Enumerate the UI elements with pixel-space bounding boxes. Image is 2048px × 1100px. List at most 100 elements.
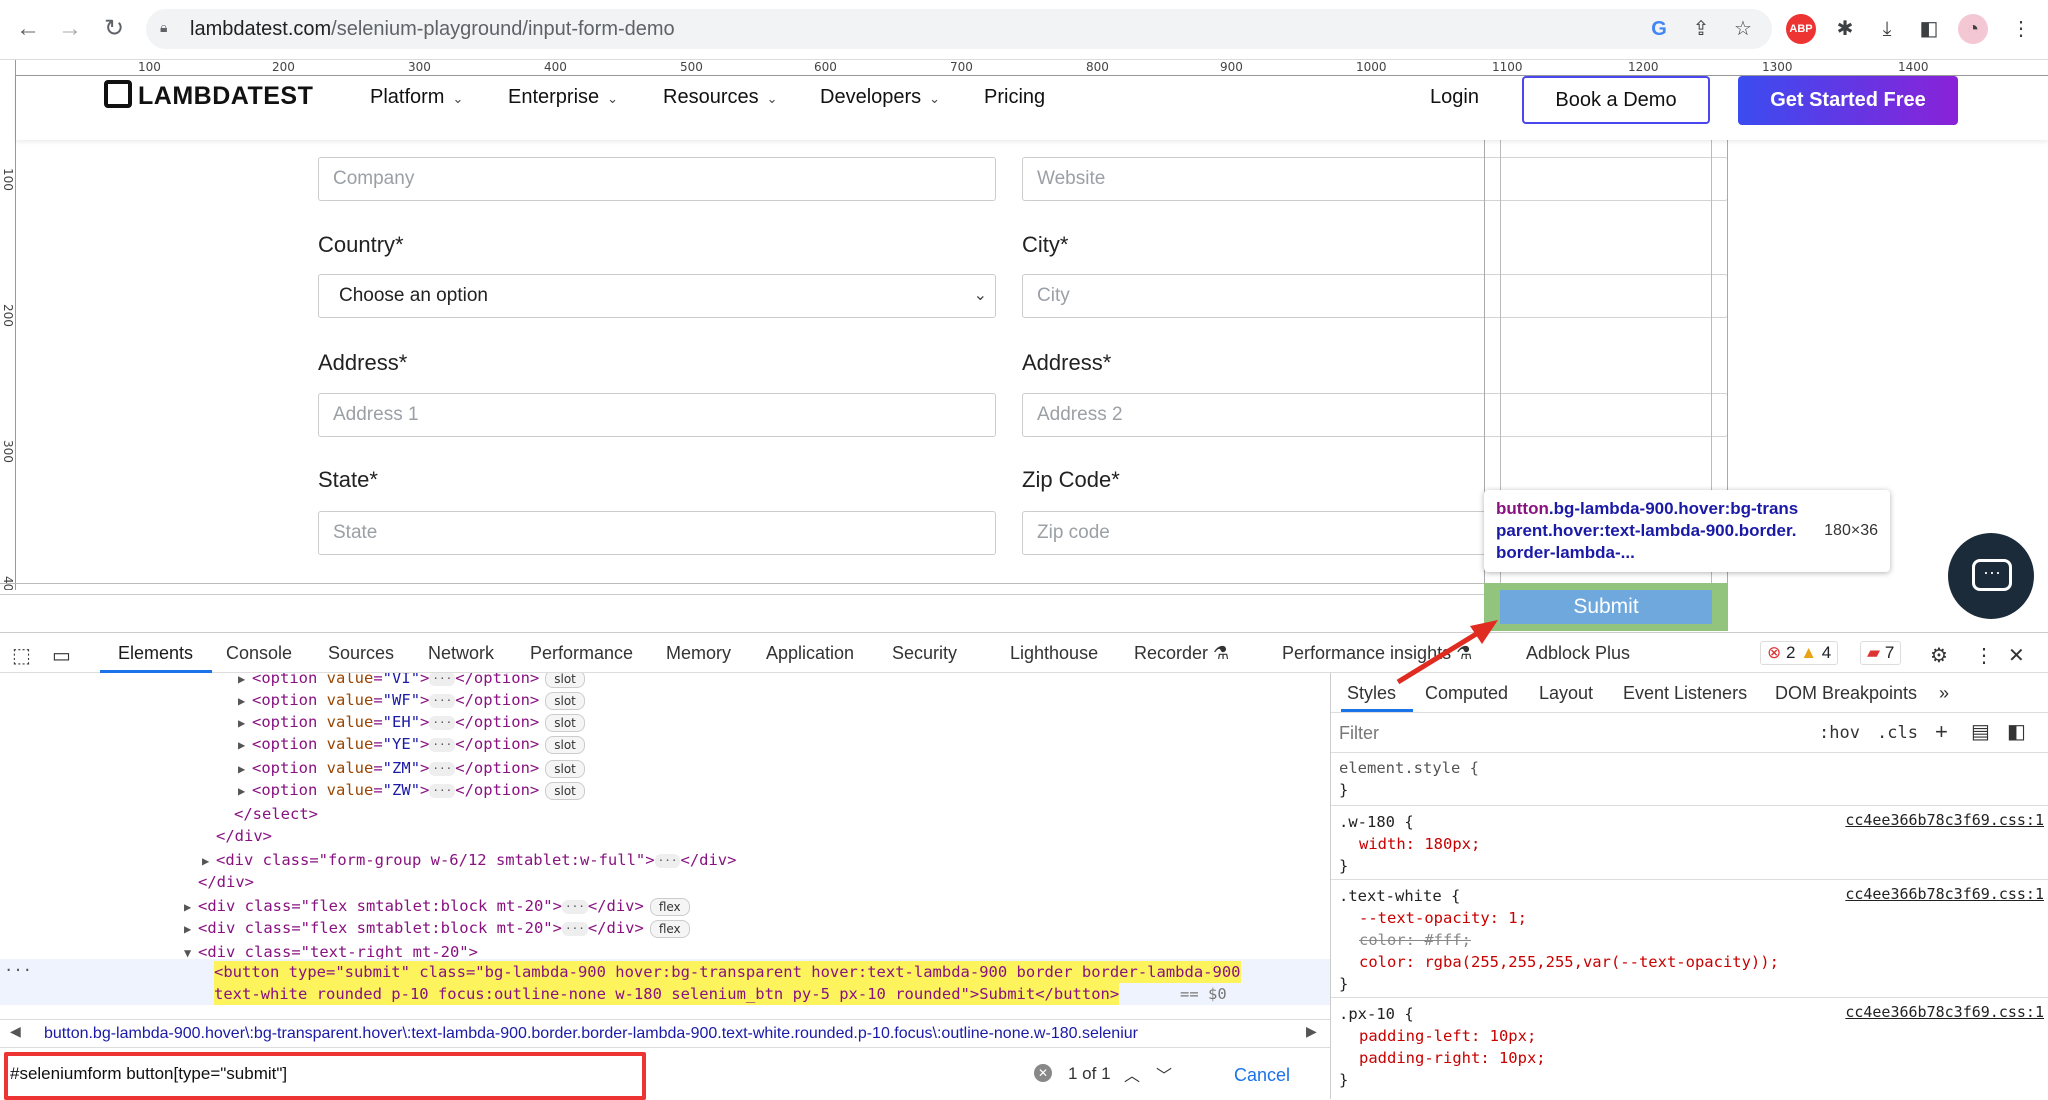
tab-network[interactable]: Network: [428, 643, 494, 664]
tab-lighthouse[interactable]: Lighthouse: [1010, 643, 1098, 664]
device-toolbar-icon[interactable]: ▭: [52, 643, 71, 668]
rule-separator: [1331, 879, 2048, 880]
tab-recorder[interactable]: Recorder ⚗: [1134, 643, 1229, 664]
dom-flex-row[interactable]: ▶ <div class="flex smtablet:block mt-20">…: [184, 917, 690, 940]
tab-styles[interactable]: Styles: [1347, 683, 1396, 704]
puzzle-icon[interactable]: ✱: [1830, 14, 1860, 44]
lambdatest-logo[interactable]: LAMBDATEST: [104, 80, 313, 111]
download-icon[interactable]: ⤓: [1872, 14, 1902, 44]
address-bar[interactable]: 🔒︎ lambdatest.com/selenium-playground/in…: [146, 9, 1772, 49]
dom-option-line[interactable]: ▶ <option value="WF"> ··· </option> slot: [238, 689, 585, 712]
tab-memory[interactable]: Memory: [666, 643, 731, 664]
flex-badge[interactable]: flex: [649, 897, 690, 916]
ruler-tick: 900: [1220, 60, 1243, 74]
more-dots-icon[interactable]: ···: [4, 959, 32, 981]
gear-icon[interactable]: ⚙: [1930, 643, 1948, 668]
dom-div-close[interactable]: </div>: [216, 825, 272, 847]
dom-div-close[interactable]: </div>: [198, 871, 254, 893]
rule-padding-right[interactable]: padding-right: 10px;: [1359, 1047, 1546, 1069]
chevron-down-icon[interactable]: ﹀: [1156, 1062, 1172, 1086]
dom-option-line[interactable]: ▶ <option value="EH"> ··· </option> slot: [238, 711, 585, 734]
ellipsis-icon: ···: [429, 737, 456, 752]
breadcrumb-right-icon[interactable]: ▶: [1306, 1023, 1317, 1040]
dom-option-line[interactable]: ▶ <option value="ZM"> ··· </option> slot: [238, 757, 585, 780]
stylesheet-link[interactable]: cc4ee366b78c3f69.css:1: [1845, 811, 2044, 829]
star-icon[interactable]: ☆: [1728, 14, 1758, 44]
flex-badge[interactable]: flex: [649, 919, 690, 938]
more-tabs-icon[interactable]: »: [1939, 683, 1949, 704]
tab-label: Recorder: [1134, 643, 1209, 663]
element-style-selector[interactable]: element.style {: [1339, 757, 1479, 779]
dom-flex-row[interactable]: ▶ <div class="flex smtablet:block mt-20">…: [184, 895, 690, 918]
horizontal-ruler: 100 200 300 400 500 600 700 800 900 1000…: [0, 60, 2048, 76]
country-select[interactable]: Choose an option ⌄: [318, 274, 996, 318]
dom-option-line[interactable]: ▶ <option value="YE"> ··· </option> slot: [238, 733, 585, 756]
menu-pricing[interactable]: Pricing: [984, 86, 1045, 109]
profile-icon[interactable]: ◔: [1958, 14, 1988, 44]
dom-select-close[interactable]: </select>: [234, 803, 318, 825]
cls-toggle[interactable]: .cls: [1877, 723, 1918, 743]
reload-icon[interactable]: ↻: [96, 10, 132, 48]
login-link[interactable]: Login: [1430, 86, 1479, 109]
error-count-badge[interactable]: ⊗ 2 ▲ 4: [1760, 641, 1839, 665]
rule-color-overridden[interactable]: color: #fff;: [1359, 929, 1471, 951]
book-demo-button[interactable]: Book a Demo: [1522, 76, 1710, 124]
menu-resources[interactable]: Resources ⌄: [663, 86, 778, 109]
dom-submit-button-line1[interactable]: <button type="submit" class="bg-lambda-9…: [214, 961, 1241, 983]
dom-option-line[interactable]: ▶ <option value="VI"> ··· </option> slot: [238, 673, 585, 690]
tab-elements[interactable]: Elements: [118, 643, 193, 664]
dom-form-group[interactable]: ▶ <div class="form-group w-6/12 smtablet:…: [202, 849, 736, 872]
sidebar-toggle-icon[interactable]: ◧: [2007, 719, 2026, 744]
stylesheet-link[interactable]: cc4ee366b78c3f69.css:1: [1845, 1003, 2044, 1021]
chevron-up-icon[interactable]: ︿: [1124, 1062, 1140, 1086]
stylesheet-link[interactable]: cc4ee366b78c3f69.css:1: [1845, 885, 2044, 903]
sidepanel-icon[interactable]: ◧: [1914, 14, 1944, 44]
menu-developers[interactable]: Developers ⌄: [820, 86, 940, 109]
company-input[interactable]: Company: [318, 157, 996, 201]
rule-w180-selector[interactable]: .w-180 {: [1339, 811, 1414, 833]
styles-filter-input[interactable]: Filter: [1339, 723, 1379, 744]
rule-padding-left[interactable]: padding-left: 10px;: [1359, 1025, 1536, 1047]
paint-icon[interactable]: ▤: [1971, 719, 1990, 744]
rule-text-white-selector[interactable]: .text-white {: [1339, 885, 1460, 907]
tab-sources[interactable]: Sources: [328, 643, 394, 664]
issues-badge[interactable]: ▰ 7: [1860, 641, 1902, 665]
dom-option-line[interactable]: ▶ <option value="ZW"> ··· </option> slot: [238, 779, 585, 802]
chat-widget-button[interactable]: ···: [1948, 533, 2034, 619]
close-icon[interactable]: ✕: [2008, 643, 2025, 668]
menu-platform[interactable]: Platform ⌄: [370, 86, 463, 109]
rule-color[interactable]: color: rgba(255,255,255,var(--text-opaci…: [1359, 951, 1779, 973]
rule-w180-width[interactable]: width: 180px;: [1359, 833, 1480, 855]
address1-input[interactable]: Address 1: [318, 393, 996, 437]
tab-console[interactable]: Console: [226, 643, 292, 664]
ellipsis-icon: ···: [429, 761, 456, 776]
tab-application[interactable]: Application: [766, 643, 854, 664]
hov-toggle[interactable]: :hov: [1819, 723, 1860, 743]
inspect-element-icon[interactable]: ⬚: [12, 643, 31, 668]
breadcrumb[interactable]: button.bg-lambda-900.hover\:bg-transpare…: [0, 1019, 1330, 1047]
get-started-button[interactable]: Get Started Free: [1738, 76, 1958, 125]
forward-arrow-icon[interactable]: →: [52, 10, 88, 48]
rule-px10-selector[interactable]: .px-10 {: [1339, 1003, 1414, 1025]
new-rule-icon[interactable]: +: [1935, 719, 1948, 745]
share-icon[interactable]: ⇪: [1686, 14, 1716, 44]
rule-text-opacity[interactable]: --text-opacity: 1;: [1359, 907, 1527, 929]
option-value: EH: [392, 713, 411, 731]
tab-security[interactable]: Security: [892, 643, 957, 664]
tab-performance[interactable]: Performance: [530, 643, 633, 664]
search-input[interactable]: #seleniumform button[type="submit"]: [10, 1064, 287, 1084]
menu-enterprise[interactable]: Enterprise ⌄: [508, 86, 618, 109]
breadcrumb-left-icon[interactable]: ◀: [10, 1023, 21, 1040]
menu-icon[interactable]: ⋮: [2006, 14, 2036, 44]
clear-search-icon[interactable]: ✕: [1034, 1064, 1052, 1082]
ellipsis-icon: ···: [654, 853, 681, 868]
state-input[interactable]: State: [318, 511, 996, 555]
abp-icon[interactable]: ABP: [1786, 14, 1816, 44]
dom-tree: ▶ <option value="VI"> ··· </option> slot ▶ <o…: [0, 673, 1330, 1051]
more-vert-icon[interactable]: ⋮: [1974, 643, 1994, 668]
back-arrow-icon[interactable]: ←: [10, 10, 46, 48]
google-icon[interactable]: G: [1644, 14, 1674, 44]
dom-submit-button-line2[interactable]: text-white rounded p-10 focus:outline-no…: [214, 983, 1120, 1005]
cancel-search-button[interactable]: Cancel: [1206, 1060, 1318, 1090]
tab-dom-breakpoints[interactable]: DOM Breakpoints: [1775, 683, 1917, 704]
